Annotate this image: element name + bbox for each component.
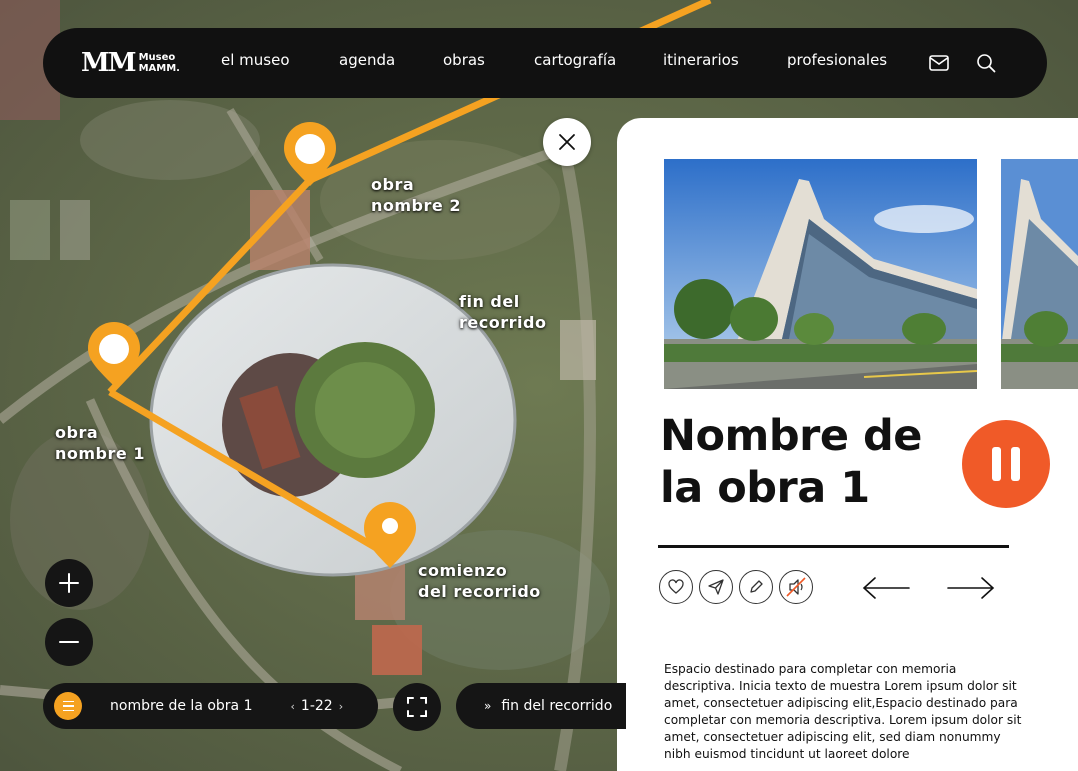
logo-text: Museo MAMM. xyxy=(139,52,180,74)
current-artwork-title: nombre de la obra 1 xyxy=(110,698,253,714)
marker-start[interactable] xyxy=(364,501,417,568)
label-obra-2-line1: obra xyxy=(371,175,415,194)
marker-obra-1[interactable] xyxy=(88,322,140,386)
search-icon[interactable] xyxy=(975,52,997,74)
zoom-out-button[interactable] xyxy=(45,618,93,666)
nav-obras[interactable]: obras xyxy=(443,51,485,69)
logo-line1: Museo xyxy=(138,52,176,63)
label-obra-1: obra nombre 1 xyxy=(55,422,195,464)
label-fin-recorrido: fin del recorrido xyxy=(459,291,599,333)
label-comienzo-line1: comienzo xyxy=(418,561,508,580)
fullscreen-icon xyxy=(407,697,427,717)
artwork-photo-1[interactable] xyxy=(664,159,977,389)
artwork-photo-2[interactable] xyxy=(1001,159,1078,389)
label-fin-line1: fin del xyxy=(459,292,520,311)
pager-range: 1-22 xyxy=(300,698,333,714)
fullscreen-button[interactable] xyxy=(393,683,441,731)
logo-line2: MAMM. xyxy=(138,63,180,74)
heart-icon xyxy=(668,579,684,594)
like-button[interactable] xyxy=(659,570,693,604)
nav-cartografia[interactable]: cartografía xyxy=(534,51,616,69)
artwork-description: Espacio destinado para completar con mem… xyxy=(664,662,1022,761)
previous-arrow-icon[interactable] xyxy=(861,576,911,600)
audio-pause-button[interactable] xyxy=(962,420,1050,508)
museo-logo[interactable]: MM Museo MAMM. xyxy=(81,48,231,78)
mute-button[interactable] xyxy=(779,570,813,604)
nav-el-museo[interactable]: el museo xyxy=(221,51,290,69)
mail-icon[interactable] xyxy=(928,52,950,74)
label-obra-2-line2: nombre 2 xyxy=(371,196,461,215)
double-chevron-icon: » xyxy=(484,699,492,713)
label-obra-2: obra nombre 2 xyxy=(371,174,511,216)
pencil-icon xyxy=(750,580,763,593)
close-icon xyxy=(559,134,575,150)
pause-icon xyxy=(987,447,1025,481)
list-menu-icon[interactable] xyxy=(54,692,82,720)
label-obra-1-line2: nombre 1 xyxy=(55,444,145,463)
label-comienzo: comienzo del recorrido xyxy=(418,560,558,602)
building-photo xyxy=(664,159,977,389)
artwork-pager[interactable]: ‹ 1-22 › xyxy=(291,698,344,714)
top-navbar: MM Museo MAMM. el museo agenda obras car… xyxy=(43,28,1047,98)
edit-button[interactable] xyxy=(739,570,773,604)
current-artwork-bar[interactable]: nombre de la obra 1 ‹ 1-22 › xyxy=(43,683,378,729)
nav-itinerarios[interactable]: itinerarios xyxy=(663,51,739,69)
go-to-end-label: fin del recorrido xyxy=(501,698,613,714)
label-comienzo-line2: del recorrido xyxy=(418,582,541,601)
nav-agenda[interactable]: agenda xyxy=(339,51,395,69)
close-panel-button[interactable] xyxy=(543,118,591,166)
send-icon xyxy=(708,579,724,595)
logo-mark: MM xyxy=(81,48,137,78)
marker-obra-2[interactable] xyxy=(284,122,336,186)
minus-icon xyxy=(59,641,79,643)
building-photo-2 xyxy=(1001,159,1078,389)
title-divider xyxy=(658,545,1009,548)
zoom-in-button[interactable] xyxy=(45,559,93,607)
artwork-title: Nombre de la obra 1 xyxy=(660,411,922,513)
plus-icon xyxy=(59,573,79,593)
label-fin-line2: recorrido xyxy=(459,313,547,332)
pager-prev-icon[interactable]: ‹ xyxy=(291,700,295,713)
next-arrow-icon[interactable] xyxy=(946,576,996,600)
muted-speaker-icon xyxy=(786,577,806,597)
artwork-panel: Nombre de la obra 1 Espacio destinado pa… xyxy=(617,118,1078,771)
nav-profesionales[interactable]: profesionales xyxy=(787,51,887,69)
go-to-end-button[interactable]: » fin del recorrido xyxy=(456,683,626,729)
pager-next-icon[interactable]: › xyxy=(339,700,343,713)
route-line-start xyxy=(108,388,392,560)
share-button[interactable] xyxy=(699,570,733,604)
label-obra-1-line1: obra xyxy=(55,423,99,442)
